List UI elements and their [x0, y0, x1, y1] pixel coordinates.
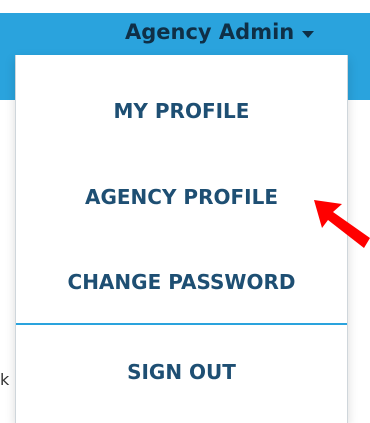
chevron-down-icon [302, 30, 315, 38]
menu-item-my-profile[interactable]: MY PROFILE [16, 99, 347, 123]
header-right-strip [350, 13, 370, 100]
background-partial-text: k [0, 370, 10, 389]
menu-divider [16, 323, 347, 325]
red-arrow-annotation [314, 200, 370, 248]
menu-item-sign-out[interactable]: SIGN OUT [16, 360, 347, 384]
arrow-head [314, 200, 370, 248]
user-menu-label: Agency Admin [125, 20, 295, 44]
user-menu-toggle[interactable]: Agency Admin [125, 18, 315, 46]
menu-item-agency-profile[interactable]: AGENCY PROFILE [16, 185, 347, 209]
menu-item-change-password[interactable]: CHANGE PASSWORD [16, 270, 347, 294]
top-whitespace [0, 0, 370, 13]
user-dropdown-menu: MY PROFILE AGENCY PROFILE CHANGE PASSWOR… [15, 55, 348, 423]
